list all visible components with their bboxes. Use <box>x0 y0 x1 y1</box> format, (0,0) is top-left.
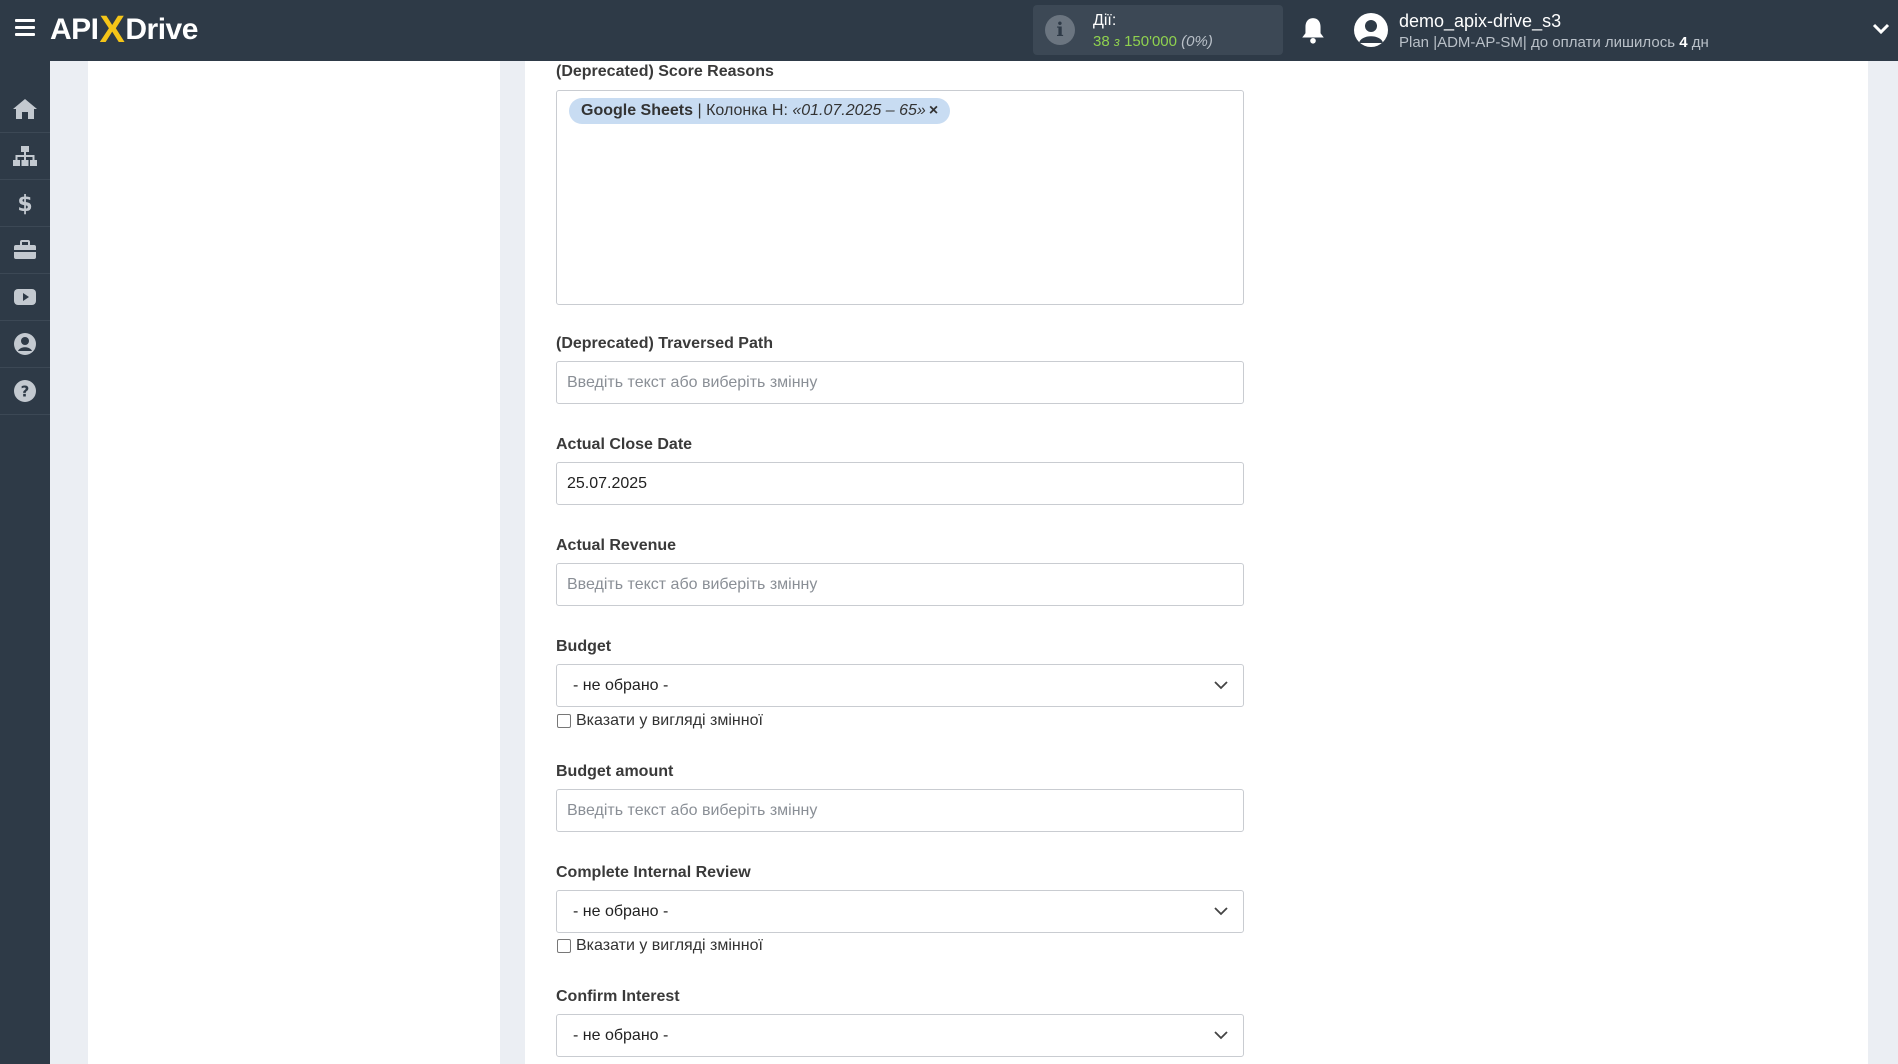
home-icon <box>13 99 37 119</box>
actual-close-date-label: Actual Close Date <box>556 436 693 453</box>
budget-variable-checkbox[interactable] <box>557 714 571 728</box>
plan-days-suffix: дн <box>1691 34 1709 51</box>
left-panel <box>88 61 500 1064</box>
budget-selected: - не обрано - <box>573 677 669 694</box>
dollar-icon: $ <box>17 192 32 215</box>
actions-counter[interactable]: i Дії: 38 з 150'000 (0%) <box>1033 5 1283 55</box>
briefcase-icon <box>14 240 36 259</box>
actions-used: 38 <box>1093 33 1110 50</box>
confirm-interest-label: Confirm Interest <box>556 988 680 1005</box>
help-icon: ? <box>14 380 36 402</box>
score-reasons-label: (Deprecated) Score Reasons <box>556 63 774 80</box>
complete-internal-review-selected: - не обрано - <box>573 903 669 920</box>
variable-tag[interactable]: Google Sheets | Колонка H: «01.07.2025 –… <box>569 98 951 124</box>
budget-label: Budget <box>556 638 612 655</box>
chevron-down-icon <box>1214 681 1228 690</box>
actions-label: Дії: <box>1093 12 1117 29</box>
tag-source: Google Sheets <box>581 102 694 119</box>
actions-limit: 150'000 <box>1124 33 1177 50</box>
svg-text:$: $ <box>17 192 32 215</box>
complete-internal-review-as-variable[interactable]: Вказати у вигляді змінної <box>557 937 763 955</box>
complete-internal-review-label: Complete Internal Review <box>556 864 751 881</box>
actual-revenue-label: Actual Revenue <box>556 537 677 554</box>
complete-internal-review-checkbox-label: Вказати у вигляді змінної <box>576 937 763 954</box>
actions-value: 38 з 150'000 (0%) <box>1093 33 1213 50</box>
avatar[interactable] <box>1354 13 1388 47</box>
confirm-interest-selected: - не обрано - <box>573 1027 669 1044</box>
plan-days: 4 <box>1679 34 1688 51</box>
tag-value: «01.07.2025 – 65» <box>792 102 926 119</box>
complete-internal-review-select[interactable]: - не обрано - <box>556 890 1244 933</box>
logo-text-right: Drive <box>125 13 198 46</box>
chevron-down-icon <box>1214 907 1228 916</box>
chevron-down-icon[interactable] <box>1872 22 1890 36</box>
budget-amount-input[interactable]: Введіть текст або виберіть змінну <box>556 789 1244 832</box>
youtube-icon <box>14 289 36 305</box>
plan-info: Plan |ADM-AP-SM| до оплати лишилось 4 дн <box>1399 34 1709 51</box>
chevron-down-icon <box>1214 1031 1228 1040</box>
logo-text-left: API <box>50 13 99 46</box>
sidebar-item-billing[interactable]: $ <box>0 180 50 227</box>
actual-revenue-input[interactable]: Введіть текст або виберіть змінну <box>556 563 1244 606</box>
remove-tag-icon[interactable]: × <box>929 102 938 119</box>
sidebar-item-profile[interactable] <box>0 321 50 368</box>
svg-text:?: ? <box>21 383 30 401</box>
sidebar: $ ? <box>0 61 50 1064</box>
sidebar-item-connections[interactable] <box>0 133 50 180</box>
apixdrive-logo[interactable]: API X Drive <box>50 8 198 51</box>
sidebar-item-home[interactable] <box>0 86 50 133</box>
menu-icon[interactable] <box>15 19 35 37</box>
actions-of: з <box>1113 34 1120 49</box>
score-reasons-field[interactable]: Google Sheets | Колонка H: «01.07.2025 –… <box>556 90 1244 305</box>
tag-separator: | Колонка H: <box>693 102 793 119</box>
confirm-interest-select[interactable]: - не обрано - <box>556 1014 1244 1057</box>
user-icon <box>1359 20 1383 43</box>
sidebar-item-help[interactable]: ? <box>0 368 50 415</box>
traversed-path-input[interactable]: Введіть текст або виберіть змінну <box>556 361 1244 404</box>
budget-as-variable[interactable]: Вказати у вигляді змінної <box>557 712 763 730</box>
top-bar: API X Drive i Дії: 38 з 150'000 (0%) demo_… <box>0 0 1898 61</box>
bell-icon[interactable] <box>1300 16 1326 44</box>
actual-close-date-input[interactable]: 25.07.2025 <box>556 462 1244 505</box>
budget-amount-label: Budget amount <box>556 763 674 780</box>
username[interactable]: demo_apix-drive_s3 <box>1399 11 1561 32</box>
budget-select[interactable]: - не обрано - <box>556 664 1244 707</box>
sidebar-item-videos[interactable] <box>0 274 50 321</box>
actions-percent: (0%) <box>1181 33 1213 50</box>
info-icon: i <box>1045 15 1075 45</box>
traversed-path-label: (Deprecated) Traversed Path <box>556 335 773 352</box>
logo-text-x: X <box>99 8 125 51</box>
sitemap-icon <box>13 146 37 166</box>
budget-checkbox-label: Вказати у вигляді змінної <box>576 712 763 729</box>
user-circle-icon <box>14 333 36 355</box>
sidebar-item-projects[interactable] <box>0 227 50 274</box>
plan-text: Plan |ADM-AP-SM| до оплати лишилось <box>1399 34 1676 51</box>
complete-internal-review-variable-checkbox[interactable] <box>557 939 571 953</box>
